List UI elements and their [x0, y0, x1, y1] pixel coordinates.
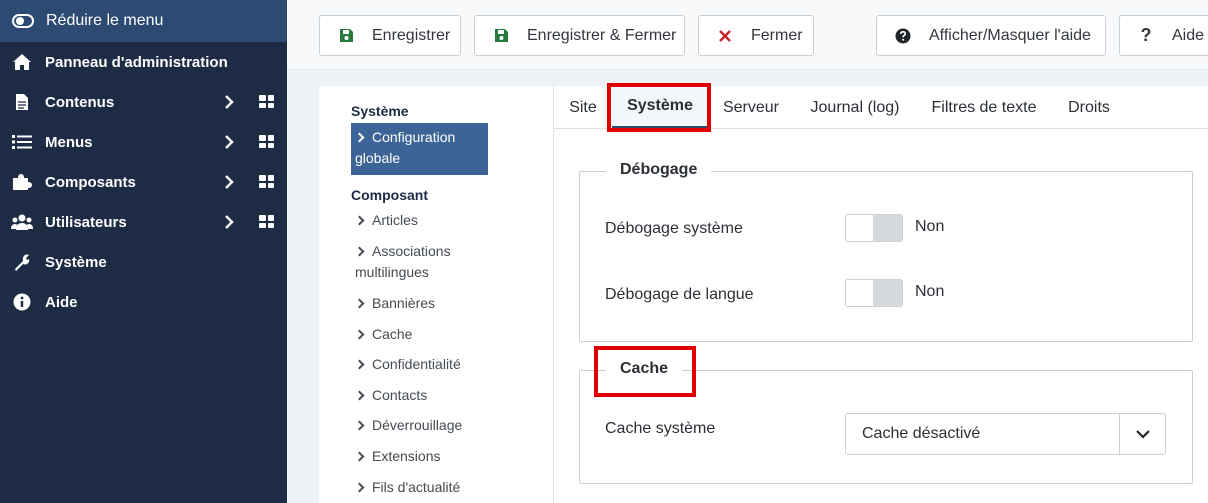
dashboard-grid-icon[interactable] — [259, 175, 274, 188]
toggle-help-button[interactable]: Afficher/Masquer l'aide — [876, 15, 1106, 56]
chevron-right-icon[interactable] — [224, 94, 234, 110]
sidebar-item-label: Menus — [45, 133, 93, 151]
question-circle-icon — [895, 28, 911, 44]
sidebar-item-label: Utilisateurs — [45, 213, 127, 231]
sidebar-item-label: Système — [45, 253, 107, 271]
toggle-knob — [873, 280, 902, 306]
sidebar-item-label: Composants — [45, 173, 136, 191]
sidebar-item-label: Contenus — [45, 93, 115, 111]
submenu-item-privacy[interactable]: Confidentialité — [354, 354, 545, 375]
file-icon — [11, 93, 33, 111]
dashboard-grid-icon[interactable] — [259, 135, 274, 148]
info-icon — [11, 293, 33, 311]
chevron-right-icon — [354, 246, 365, 257]
config-submenu: Système Configuration globale Composant … — [319, 86, 553, 503]
help-button[interactable]: ? Aide — [1119, 15, 1208, 56]
chevron-right-icon[interactable] — [224, 174, 234, 190]
close-label: Fermer — [751, 26, 803, 44]
tab-permissions[interactable]: Droits — [1058, 86, 1120, 129]
submenu-item-global-config[interactable]: Configuration globale — [351, 123, 488, 175]
chevron-right-icon — [354, 132, 365, 143]
close-button[interactable]: Fermer — [698, 15, 814, 56]
wrench-icon — [11, 253, 33, 271]
system-cache-value: Cache désactivé — [862, 425, 981, 442]
system-debug-value: Non — [915, 218, 945, 235]
debug-fieldset — [579, 171, 1193, 342]
system-cache-label: Cache système — [605, 420, 716, 437]
question-icon: ? — [1140, 25, 1152, 45]
system-heading: Système — [351, 103, 409, 119]
help-label: Aide — [1172, 26, 1205, 44]
language-debug-label: Débogage de langue — [605, 286, 754, 303]
save-icon — [338, 28, 354, 44]
submenu-item-cache[interactable]: Cache — [354, 324, 545, 345]
close-icon — [717, 28, 733, 44]
sidebar-item-users[interactable]: Utilisateurs — [0, 202, 287, 242]
main-panel: Site Système Serveur Journal (log) Filtr… — [553, 86, 1208, 503]
sidebar-item-menus[interactable]: Menus — [0, 122, 287, 162]
highlight-box-cache-legend — [594, 346, 696, 397]
global-config-label-line2: globale — [355, 150, 401, 166]
submenu-item-banners[interactable]: Bannières — [354, 293, 545, 314]
component-heading: Composant — [351, 187, 428, 203]
global-config-label-line1: Configuration — [372, 129, 456, 145]
sidebar-item-components[interactable]: Composants — [0, 162, 287, 202]
puzzle-icon — [11, 173, 33, 191]
save-button[interactable]: Enregistrer — [319, 15, 461, 56]
chevron-right-icon — [354, 298, 365, 309]
language-debug-toggle[interactable] — [845, 279, 903, 307]
toggle-menu-label: Réduire le menu — [46, 12, 164, 29]
chevron-down-icon — [1119, 414, 1165, 454]
sidebar-item-contents[interactable]: Contenus — [0, 82, 287, 122]
system-debug-toggle[interactable] — [845, 214, 903, 242]
save-close-label: Enregistrer & Fermer — [527, 26, 677, 44]
sidebar-item-label: Aide — [45, 293, 78, 311]
chevron-right-icon — [354, 451, 365, 462]
system-debug-label: Débogage système — [605, 220, 743, 237]
chevron-right-icon — [354, 359, 365, 370]
tab-log[interactable]: Journal (log) — [800, 86, 910, 129]
chevron-right-icon — [354, 420, 365, 431]
sidebar: Réduire le menu Panneau d'administration… — [0, 0, 287, 503]
tab-text-filters[interactable]: Filtres de texte — [922, 86, 1046, 129]
home-icon — [11, 53, 33, 71]
tab-server[interactable]: Serveur — [710, 86, 792, 129]
submenu-item-articles[interactable]: Articles — [354, 210, 545, 231]
submenu-item-checkin[interactable]: Déverrouillage — [354, 415, 545, 436]
sidebar-item-system[interactable]: Système — [0, 242, 287, 282]
list-icon — [11, 134, 33, 150]
sidebar-item-dashboard[interactable]: Panneau d'administration — [0, 42, 287, 82]
chevron-right-icon — [354, 329, 365, 340]
chevron-right-icon[interactable] — [224, 134, 234, 150]
toolbar: Enregistrer Enregistrer & Fermer Fermer … — [287, 0, 1208, 70]
save-icon — [493, 28, 509, 44]
submenu-item-newsfeeds[interactable]: Fils d'actualité — [354, 477, 545, 498]
users-icon — [11, 214, 33, 230]
chevron-right-icon[interactable] — [224, 214, 234, 230]
highlight-box-system-tab — [607, 83, 711, 132]
chevron-right-icon — [354, 390, 365, 401]
save-close-button[interactable]: Enregistrer & Fermer — [474, 15, 685, 56]
chevron-right-icon — [354, 482, 365, 493]
sidebar-item-help[interactable]: Aide — [0, 282, 287, 322]
toggle-icon — [12, 14, 34, 28]
tab-site[interactable]: Site — [554, 86, 612, 129]
toggle-menu-button[interactable]: Réduire le menu — [0, 0, 287, 42]
dashboard-grid-icon[interactable] — [259, 215, 274, 228]
submenu-item-associations[interactable]: Associations multilingues — [354, 241, 545, 283]
debug-legend: Débogage — [606, 161, 712, 179]
toggle-help-label: Afficher/Masquer l'aide — [929, 26, 1091, 44]
dashboard-grid-icon[interactable] — [259, 95, 274, 108]
toggle-knob — [873, 215, 902, 241]
chevron-right-icon — [354, 215, 365, 226]
language-debug-value: Non — [915, 283, 945, 300]
sidebar-item-label: Panneau d'administration — [45, 53, 228, 71]
save-label: Enregistrer — [372, 26, 451, 44]
submenu-item-contacts[interactable]: Contacts — [354, 385, 545, 406]
system-cache-select[interactable]: Cache désactivé — [845, 413, 1166, 455]
submenu-item-extensions[interactable]: Extensions — [354, 446, 545, 467]
